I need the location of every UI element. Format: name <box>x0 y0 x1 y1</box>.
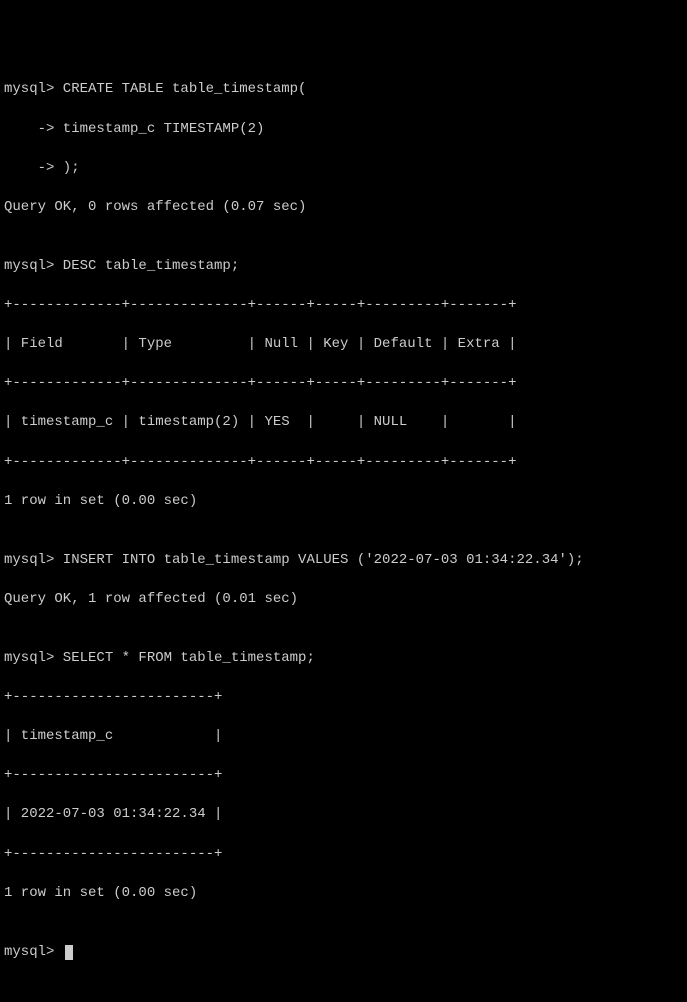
cmd-desc-table: mysql> DESC table_timestamp; <box>4 257 683 277</box>
table-border-mid: +-------------+--------------+------+---… <box>4 374 683 394</box>
prompt-text: mysql> <box>4 944 63 960</box>
result-desc-rowcount: 1 row in set (0.00 sec) <box>4 492 683 512</box>
cursor-icon <box>65 945 73 960</box>
table-row: | timestamp_c | timestamp(2) | YES | | N… <box>4 413 683 433</box>
select-border-bottom: +------------------------+ <box>4 845 683 865</box>
select-border-mid: +------------------------+ <box>4 766 683 786</box>
result-insert: Query OK, 1 row affected (0.01 sec) <box>4 590 683 610</box>
cmd-create-table-line2: -> timestamp_c TIMESTAMP(2) <box>4 120 683 140</box>
mysql-prompt[interactable]: mysql> <box>4 943 683 963</box>
cmd-create-table-line3: -> ); <box>4 159 683 179</box>
cmd-insert: mysql> INSERT INTO table_timestamp VALUE… <box>4 551 683 571</box>
cmd-create-table-line1: mysql> CREATE TABLE table_timestamp( <box>4 80 683 100</box>
table-header-row: | Field | Type | Null | Key | Default | … <box>4 335 683 355</box>
cmd-select: mysql> SELECT * FROM table_timestamp; <box>4 649 683 669</box>
select-border-top: +------------------------+ <box>4 688 683 708</box>
table-border-top: +-------------+--------------+------+---… <box>4 296 683 316</box>
select-header-row: | timestamp_c | <box>4 727 683 747</box>
table-border-bottom: +-------------+--------------+------+---… <box>4 453 683 473</box>
select-data-row: | 2022-07-03 01:34:22.34 | <box>4 805 683 825</box>
result-create-table: Query OK, 0 rows affected (0.07 sec) <box>4 198 683 218</box>
result-select-rowcount: 1 row in set (0.00 sec) <box>4 884 683 904</box>
